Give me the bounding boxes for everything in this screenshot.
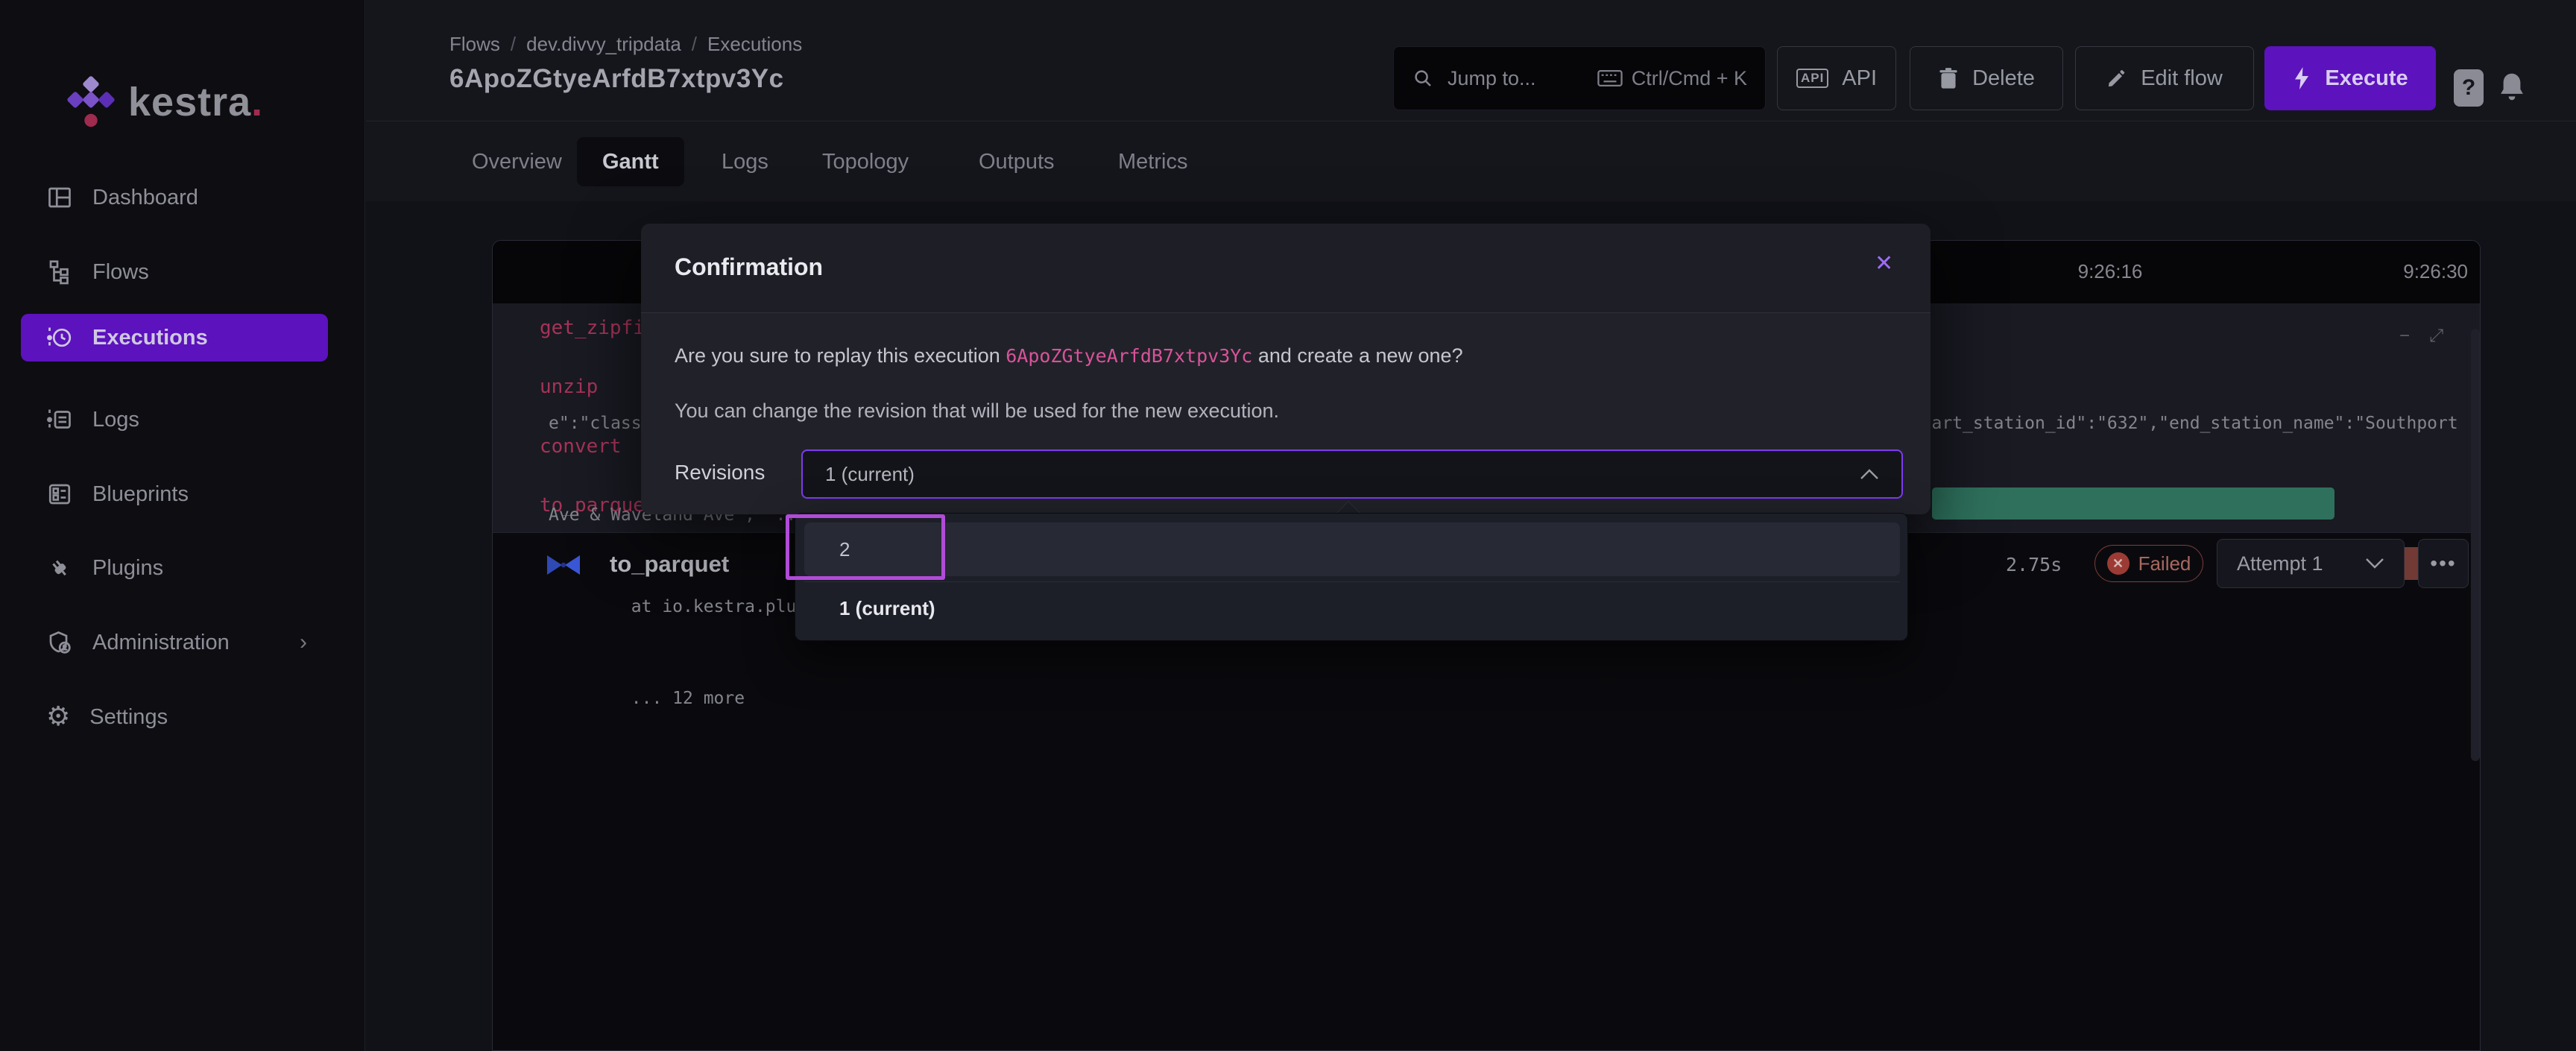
blueprints-icon bbox=[46, 481, 73, 508]
sidebar-item-logs[interactable]: Logs bbox=[21, 396, 328, 444]
plugins-icon bbox=[46, 555, 73, 581]
revision-option-1-current[interactable]: 1 (current) bbox=[804, 581, 1900, 635]
tab-gantt[interactable]: Gantt bbox=[577, 137, 684, 186]
chevron-right-icon: › bbox=[300, 630, 307, 655]
sidebar-item-blueprints[interactable]: Blueprints bbox=[21, 470, 328, 518]
search-input[interactable]: Jump to... Ctrl/Cmd + K bbox=[1393, 46, 1766, 110]
page-title: 6ApoZGtyeArfdB7xtpv3Yc bbox=[449, 64, 784, 94]
dashboard-icon bbox=[46, 184, 73, 211]
pencil-icon bbox=[2106, 68, 2127, 89]
revisions-select[interactable]: 1 (current) bbox=[801, 449, 1903, 499]
help-button[interactable]: ? bbox=[2454, 69, 2484, 107]
breadcrumb-executions[interactable]: Executions bbox=[707, 33, 802, 55]
modal-title: Confirmation bbox=[675, 253, 823, 281]
sidebar-item-plugins[interactable]: Plugins bbox=[21, 544, 328, 592]
confirmation-modal: Confirmation ✕ Are you sure to replay th… bbox=[641, 224, 1931, 514]
revisions-label: Revisions bbox=[675, 461, 765, 485]
sidebar-item-label: Administration bbox=[92, 631, 230, 655]
sidebar-item-executions[interactable]: Executions bbox=[21, 314, 328, 362]
kestra-logo-icon bbox=[60, 75, 122, 137]
revision-option-2[interactable]: 2 bbox=[804, 523, 1900, 576]
gear-icon: ⚙ bbox=[46, 704, 70, 730]
close-icon[interactable]: ✕ bbox=[1875, 250, 1893, 277]
delete-button[interactable]: Delete bbox=[1910, 46, 2063, 110]
sidebar-item-dashboard[interactable]: Dashboard bbox=[21, 174, 328, 221]
kestra-wordmark: kestra. bbox=[128, 79, 263, 125]
edit-flow-button[interactable]: Edit flow bbox=[2075, 46, 2254, 110]
question-mark-icon: ? bbox=[2462, 75, 2475, 101]
lightning-icon bbox=[2292, 67, 2311, 89]
gantt-timestamp-2: 9:26:30 bbox=[2349, 260, 2468, 283]
search-placeholder: Jump to... bbox=[1448, 67, 1536, 90]
page-header: Flows/dev.divvy_tripdata/Executions 6Apo… bbox=[366, 0, 2576, 121]
tab-logs[interactable]: Logs bbox=[696, 137, 794, 186]
executions-clock-icon bbox=[46, 324, 73, 351]
sidebar-item-label: Logs bbox=[92, 408, 139, 432]
sidebar-item-administration[interactable]: Administration › bbox=[21, 619, 328, 666]
edit-flow-button-label: Edit flow bbox=[2141, 66, 2223, 91]
revisions-select-value: 1 (current) bbox=[825, 463, 915, 486]
search-shortcut: Ctrl/Cmd + K bbox=[1632, 67, 1747, 90]
log-controls: − ⤢ bbox=[2399, 326, 2443, 347]
flows-icon bbox=[46, 259, 73, 285]
tab-topology[interactable]: Topology bbox=[797, 137, 934, 186]
tab-metrics[interactable]: Metrics bbox=[1093, 137, 1213, 186]
execute-button[interactable]: Execute bbox=[2264, 46, 2436, 110]
shield-user-icon bbox=[46, 629, 73, 656]
sidebar-item-label: Blueprints bbox=[92, 482, 189, 507]
sidebar-item-label: Dashboard bbox=[92, 186, 198, 210]
gantt-timestamp-1: 9:26:16 bbox=[2051, 260, 2170, 283]
trash-icon bbox=[1938, 67, 1959, 89]
notifications-bell-icon[interactable] bbox=[2496, 71, 2528, 105]
execute-button-label: Execute bbox=[2325, 66, 2408, 91]
breadcrumb[interactable]: Flows/dev.divvy_tripdata/Executions bbox=[449, 33, 802, 56]
sidebar-item-label: Plugins bbox=[92, 556, 163, 581]
sidebar-item-label: Flows bbox=[92, 260, 149, 285]
modal-header: Confirmation ✕ bbox=[641, 224, 1931, 313]
sidebar-item-label: Executions bbox=[92, 326, 208, 350]
api-button-label: API bbox=[1842, 66, 1877, 91]
sidebar-item-flows[interactable]: Flows bbox=[21, 248, 328, 296]
revisions-dropdown: 2 1 (current) bbox=[795, 513, 1908, 641]
search-icon bbox=[1412, 67, 1434, 89]
logs-icon bbox=[46, 406, 73, 433]
tab-overview[interactable]: Overview bbox=[446, 137, 587, 186]
breadcrumb-flows[interactable]: Flows bbox=[449, 33, 500, 55]
modal-revision-note: You can change the revision that will be… bbox=[675, 400, 1279, 423]
keyboard-icon bbox=[1597, 69, 1623, 88]
tab-bar: Overview Gantt Logs Topology Outputs Met… bbox=[366, 122, 2576, 201]
log-scrollbar[interactable] bbox=[2471, 329, 2480, 761]
api-button[interactable]: API API bbox=[1777, 46, 1896, 110]
collapse-icon[interactable]: − bbox=[2399, 326, 2410, 347]
breadcrumb-namespace[interactable]: dev.divvy_tripdata bbox=[526, 33, 681, 55]
tab-outputs[interactable]: Outputs bbox=[953, 137, 1080, 186]
expand-icon[interactable]: ⤢ bbox=[2429, 326, 2443, 347]
kestra-execution-page: kestra. Dashboard Flows bbox=[0, 0, 2576, 1051]
sidebar-item-settings[interactable]: ⚙ Settings bbox=[21, 693, 328, 741]
sidebar: kestra. Dashboard Flows bbox=[0, 0, 365, 1051]
api-icon: API bbox=[1796, 69, 1828, 88]
modal-message: Are you sure to replay this execution 6A… bbox=[675, 344, 1463, 367]
kestra-logo[interactable]: kestra. bbox=[60, 75, 343, 134]
sidebar-item-label: Settings bbox=[89, 705, 168, 730]
delete-button-label: Delete bbox=[1972, 66, 2035, 91]
log-line: ... 12 more bbox=[549, 684, 2472, 714]
chevron-up-icon bbox=[1860, 468, 1879, 480]
execution-id-code: 6ApoZGtyeArfdB7xtpv3Yc bbox=[1006, 345, 1252, 367]
